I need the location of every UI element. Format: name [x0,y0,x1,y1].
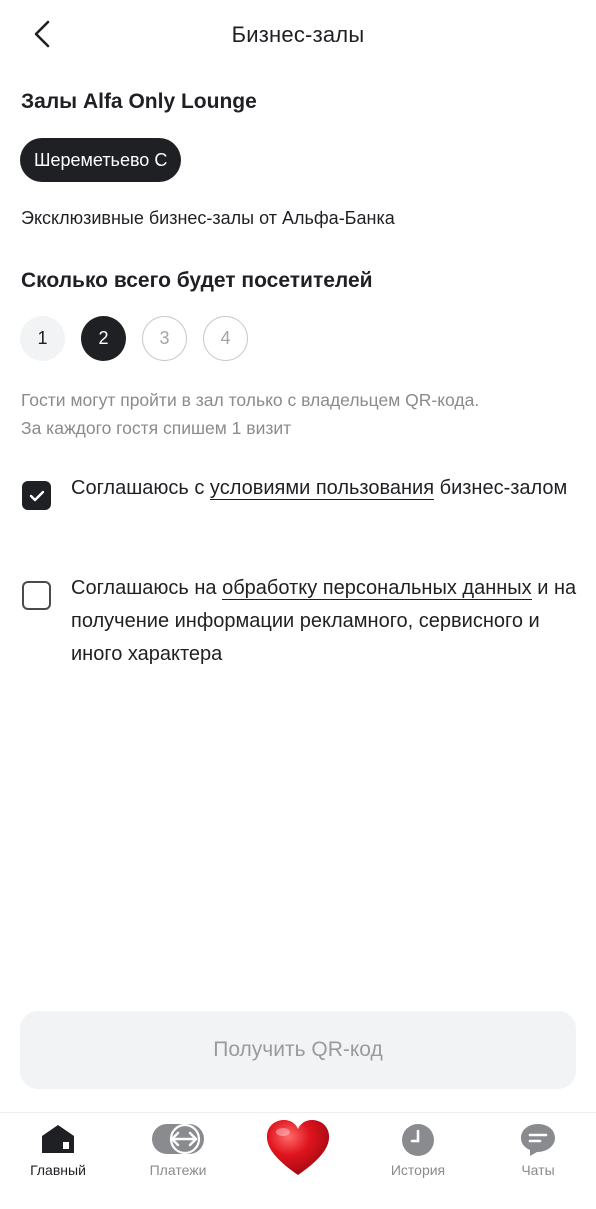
personal-data-prefix: Соглашаюсь на [71,577,223,599]
tab-chats-label: Чаты [521,1162,555,1178]
visitor-count-3[interactable]: 3 [142,316,187,361]
terms-agreement-text: Соглашаюсь с условиями пользования бизне… [71,472,581,505]
heart-icon [266,1120,330,1175]
tab-history-label: История [390,1162,446,1178]
tab-payments-label: Платежи [149,1162,207,1178]
header: Бизнес-залы [0,0,596,72]
visitors-selector: 1 2 3 4 [20,316,248,361]
tab-chats[interactable]: Чаты [488,1113,588,1209]
terms-suffix: бизнес-залом [434,477,568,499]
visitor-count-1[interactable]: 1 [20,316,65,361]
visitor-count-4[interactable]: 4 [203,316,248,361]
home-icon [42,1125,74,1153]
tab-payments[interactable]: Платежи [128,1113,228,1209]
lounges-section-title: Залы Alfa Only Lounge [21,90,257,113]
lounge-chip-sheremetyevo-c[interactable]: Шереметьево C [20,138,182,182]
page-title: Бизнес-залы [231,22,365,47]
visitor-count-2[interactable]: 2 [81,316,126,361]
visitors-hint-line-2: За каждого гостя спишем 1 визит [21,418,292,438]
personal-data-agreement-text: Соглашаюсь на обработку персональных дан… [71,572,581,671]
terms-checkbox[interactable] [22,481,51,510]
lounges-description: Эксклюзивные бизнес-залы от Альфа-Банка [21,208,395,228]
tab-home[interactable]: Главный [8,1113,108,1209]
chat-icon [521,1124,555,1156]
transfer-icon [152,1123,204,1155]
personal-data-link[interactable]: обработку персональных данных [222,577,532,600]
personal-data-checkbox[interactable] [22,581,51,610]
visitors-hint-line-1: Гости могут пройти в зал только с владел… [21,390,480,410]
checkmark-icon [29,490,44,501]
clock-icon [402,1124,434,1156]
terms-of-use-link[interactable]: условиями пользования [209,477,435,500]
tab-history[interactable]: История [368,1113,468,1209]
tab-favorites[interactable] [248,1113,348,1209]
bottom-tab-bar: Главный Платежи История Чаты [0,1112,596,1209]
visitors-section-title: Сколько всего будет посетителей [21,269,373,292]
visitors-hint: Гости могут пройти в зал только с владел… [21,386,581,442]
tab-home-label: Главный [30,1162,86,1178]
get-qr-code-button[interactable]: Получить QR-код [20,1011,576,1089]
terms-prefix: Соглашаюсь с [71,477,210,499]
